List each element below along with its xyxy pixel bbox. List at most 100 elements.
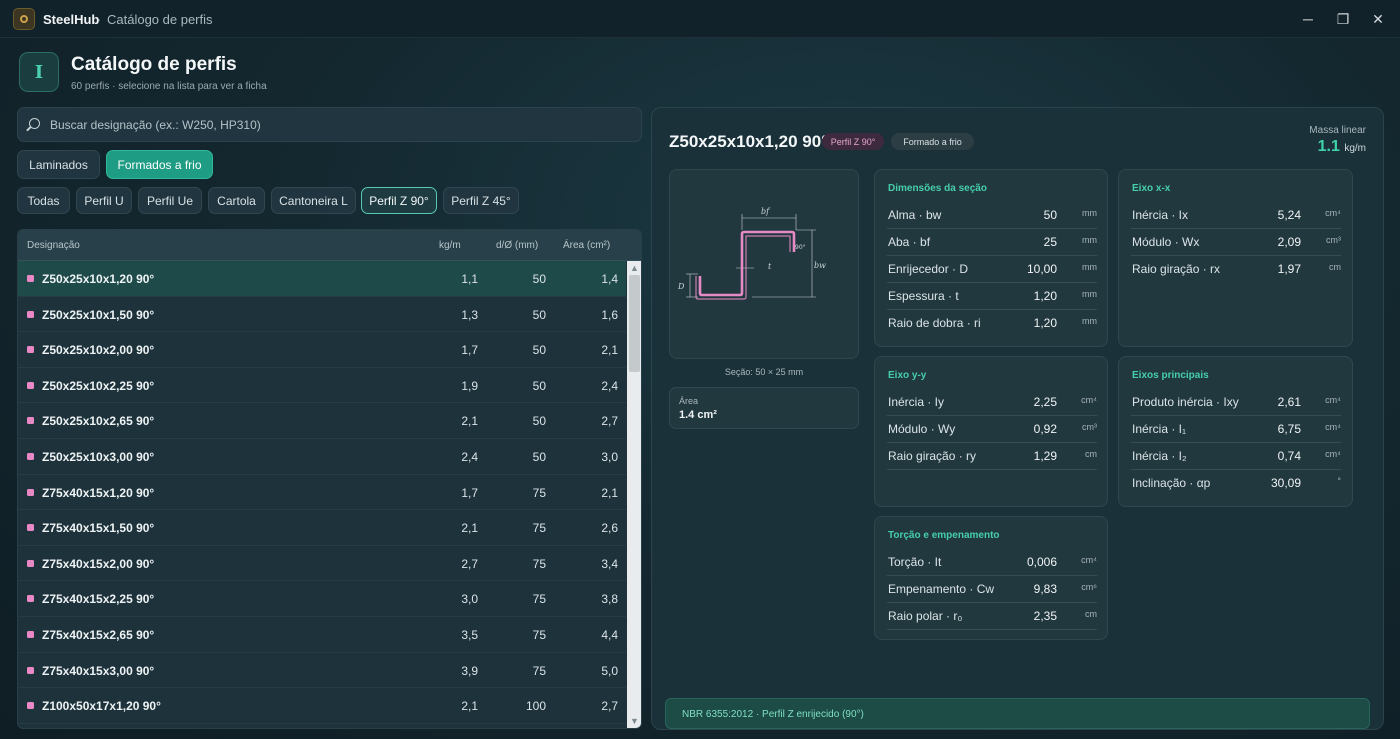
prop-label: Espessura · t bbox=[888, 289, 959, 303]
table-row[interactable]: Z75x40x15x2,25 90° 3,0 75 3,8 bbox=[18, 581, 626, 617]
profile-dot-icon bbox=[27, 381, 34, 389]
prop-row: Raio giração · ry 1,29 cm bbox=[887, 443, 1097, 470]
scroll-up-icon[interactable]: ▲ bbox=[629, 263, 640, 274]
filter-cantoneira-l[interactable]: Cantoneira L bbox=[271, 187, 356, 214]
table-row[interactable]: Z50x25x10x2,00 90° 1,7 50 2,1 bbox=[18, 332, 626, 368]
row-designation: Z50x25x10x1,20 90° bbox=[42, 272, 155, 286]
filter-perfil-ue[interactable]: Perfil Ue bbox=[138, 187, 202, 214]
prop-unit: cm³ bbox=[1326, 235, 1341, 245]
row-designation: Z50x25x10x2,65 90° bbox=[42, 414, 155, 429]
prop-label: Raio giração · ry bbox=[888, 449, 977, 463]
row-kgm: 3,0 bbox=[461, 592, 478, 607]
mass-unit: kg/m bbox=[1344, 143, 1366, 154]
prop-row: Enrijecedor · D 10,00 mm bbox=[887, 256, 1097, 283]
table-row[interactable]: Z50x25x10x1,20 90° 1,1 50 1,4 bbox=[18, 261, 626, 297]
profile-dot-icon bbox=[27, 666, 34, 674]
row-d: 100 bbox=[525, 699, 546, 714]
filter-perfil-z-45[interactable]: Perfil Z 45° bbox=[443, 187, 519, 214]
profile-outer-path bbox=[698, 230, 796, 297]
row-kgm: 3,5 bbox=[461, 628, 478, 642]
page-subtitle: 60 perfis · selecione na lista para ver … bbox=[71, 81, 267, 92]
row-area: 3,4 bbox=[601, 556, 618, 571]
area-label: Área bbox=[679, 396, 699, 406]
prop-value: 10,00 bbox=[1026, 262, 1057, 276]
filter-cartola[interactable]: Cartola bbox=[208, 187, 265, 214]
table-row[interactable]: Z75x40x15x2,65 90° 3,5 75 4,4 bbox=[18, 617, 626, 653]
tab-laminados[interactable]: Laminados bbox=[17, 150, 100, 179]
prop-unit: cm bbox=[1085, 449, 1097, 459]
prop-row: Raio giração · rx 1,97 cm bbox=[1131, 256, 1341, 283]
row-d: 50 bbox=[532, 307, 546, 322]
scroll-down-icon[interactable]: ▼ bbox=[629, 716, 640, 727]
prop-value: 0,006 bbox=[1026, 555, 1057, 569]
tab-formados-a-frio[interactable]: Formados a frio bbox=[106, 150, 213, 179]
filter-todas[interactable]: Todas bbox=[17, 187, 70, 214]
prop-value: 30,09 bbox=[1270, 476, 1301, 490]
filter-perfil-z-90[interactable]: Perfil Z 90° bbox=[361, 187, 437, 214]
type-badge: Perfil Z 90° bbox=[822, 133, 884, 150]
prop-label: Inércia · I₁ bbox=[1132, 422, 1187, 436]
row-kgm: 2,1 bbox=[461, 521, 478, 536]
table-row[interactable]: Z50x25x10x3,00 90° 2,4 50 3,0 bbox=[18, 439, 626, 475]
mass-value: 1.1 kg/m bbox=[1318, 138, 1366, 156]
scroll-thumb[interactable] bbox=[629, 275, 640, 372]
row-designation: Z75x40x15x2,00 90° bbox=[42, 556, 155, 571]
prop-unit: mm bbox=[1082, 262, 1097, 272]
row-d: 75 bbox=[532, 628, 546, 642]
profile-dot-icon bbox=[27, 559, 34, 567]
title-separator: · bbox=[97, 12, 102, 27]
row-area: 5,0 bbox=[601, 663, 618, 678]
prop-row: Produto inércia · Ixy 2,61 cm⁴ bbox=[1131, 389, 1341, 416]
label-angle: 90° bbox=[795, 244, 806, 251]
label-bw: bw bbox=[814, 261, 826, 270]
col-header-d[interactable]: d/Ø (mm) bbox=[496, 240, 538, 251]
minimize-button[interactable]: ─ bbox=[1299, 10, 1317, 28]
row-d: 75 bbox=[532, 485, 546, 500]
profiles-table: Designação kg/m d/Ø (mm) Área (cm²) Z50x… bbox=[17, 229, 642, 729]
table-row[interactable]: Z50x25x10x2,25 90° 1,9 50 2,4 bbox=[18, 368, 626, 404]
row-area: 2,4 bbox=[601, 378, 618, 393]
prop-value: 2,61 bbox=[1277, 395, 1301, 409]
page-title: Catálogo de perfis bbox=[71, 54, 237, 75]
app-logo-icon bbox=[13, 8, 35, 30]
process-badge: Formado a frio bbox=[891, 133, 974, 150]
col-header-kgm[interactable]: kg/m bbox=[439, 240, 461, 251]
filter-perfil-u[interactable]: Perfil U bbox=[76, 187, 132, 214]
row-area: 3,0 bbox=[601, 450, 618, 464]
table-row[interactable]: Z100x50x17x1,20 90° 2,1 100 2,7 bbox=[18, 688, 626, 724]
z-profile-drawing: bf bw t D 90° bbox=[677, 207, 826, 300]
table-row[interactable]: Z50x25x10x1,50 90° 1,3 50 1,6 bbox=[18, 297, 626, 333]
row-area: 2,1 bbox=[601, 485, 618, 500]
prop-unit: cm⁴ bbox=[1081, 555, 1097, 565]
col-header-area[interactable]: Área (cm²) bbox=[563, 240, 610, 251]
search-input[interactable] bbox=[50, 108, 630, 141]
card-title: Dimensões da seção bbox=[888, 183, 987, 194]
prop-value: 9,83 bbox=[1033, 582, 1057, 596]
table-row[interactable]: Z75x40x15x3,00 90° 3,9 75 5,0 bbox=[18, 653, 626, 689]
area-value: 1.4 cm² bbox=[679, 409, 717, 421]
prop-value: 6,75 bbox=[1277, 422, 1301, 436]
row-designation: Z75x40x15x1,50 90° bbox=[42, 521, 155, 536]
close-button[interactable]: ✕ bbox=[1369, 10, 1387, 28]
restore-button[interactable]: ❐ bbox=[1334, 10, 1352, 28]
profile-dot-icon bbox=[27, 346, 34, 354]
search-box bbox=[17, 107, 642, 142]
table-row[interactable]: Z75x40x15x1,50 90° 2,1 75 2,6 bbox=[18, 510, 626, 546]
prop-unit: cm⁴ bbox=[1325, 395, 1341, 405]
row-d: 50 bbox=[532, 414, 546, 429]
label-t: t bbox=[768, 262, 772, 271]
row-kgm: 1,3 bbox=[461, 307, 478, 322]
table-row[interactable]: Z75x40x15x1,20 90° 1,7 75 2,1 bbox=[18, 475, 626, 511]
row-area: 4,4 bbox=[601, 628, 618, 642]
table-header: Designação kg/m d/Ø (mm) Área (cm²) bbox=[18, 230, 641, 261]
prop-label: Módulo · Wx bbox=[1132, 235, 1200, 249]
card-title: Eixo x-x bbox=[1132, 183, 1171, 194]
prop-unit: cm bbox=[1329, 262, 1341, 272]
table-row[interactable]: Z75x40x15x2,00 90° 2,7 75 3,4 bbox=[18, 546, 626, 582]
table-row[interactable]: Z50x25x10x2,65 90° 2,1 50 2,7 bbox=[18, 403, 626, 439]
prop-label: Inclinação · αp bbox=[1132, 476, 1211, 490]
row-d: 50 bbox=[532, 450, 546, 464]
row-kgm: 1,9 bbox=[461, 378, 478, 393]
table-scrollbar[interactable]: ▲ ▼ bbox=[627, 261, 641, 728]
col-header-designacao[interactable]: Designação bbox=[27, 240, 80, 251]
